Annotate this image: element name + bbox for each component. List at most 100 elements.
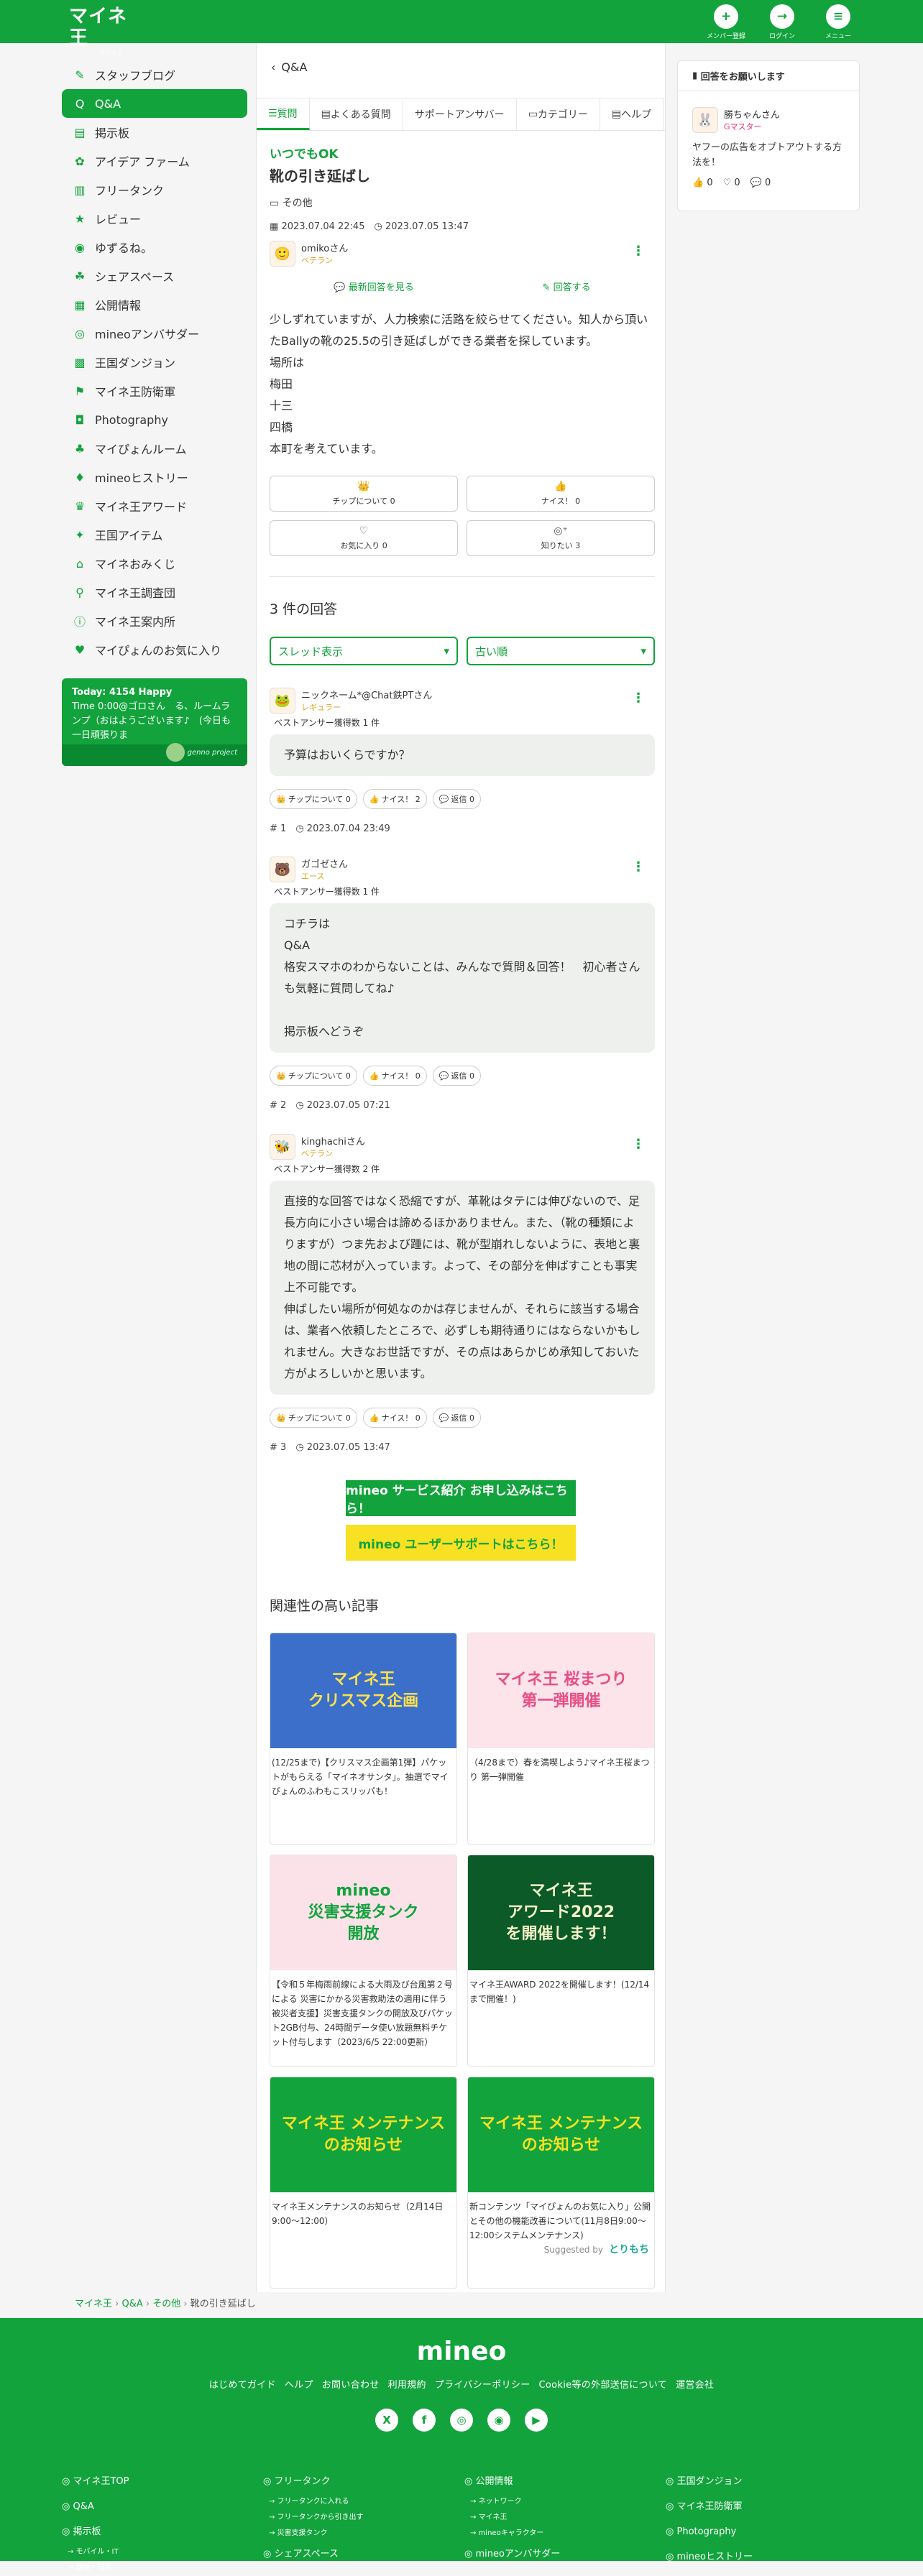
footer-column-link[interactable]: → モバイル・IT: [62, 2544, 263, 2560]
author-name[interactable]: ガゴゼさん: [301, 857, 348, 870]
avatar[interactable]: 🐻: [270, 857, 295, 882]
tip-button[interactable]: 👑 チップについて 0: [270, 789, 357, 809]
sidebar-item[interactable]: ▤ 掲示板: [62, 118, 247, 147]
related-caption[interactable]: （4/28まで）春を満喫しよう♪マイネ王桜まつり 第一弾開催: [468, 1748, 654, 1791]
tip-button[interactable]: 👑 チップについて 0: [270, 1066, 357, 1086]
reply-button[interactable]: 💬 返信 0: [432, 1408, 481, 1428]
sidebar-item[interactable]: ✎ スタッフブログ: [62, 60, 247, 89]
footer-link[interactable]: 運営会社: [676, 2380, 714, 2391]
sidebar-item[interactable]: ✦ 王国アイテム: [62, 520, 247, 549]
footer-column-link[interactable]: → 雑談・日常: [62, 2560, 263, 2576]
tab-0[interactable]: ☰ 質問: [257, 98, 310, 130]
more-menu-icon[interactable]: ⋮: [632, 859, 645, 874]
footer-link[interactable]: はじめてガイド: [209, 2380, 276, 2391]
sidebar-item[interactable]: ▥ フリータンク: [62, 175, 247, 204]
member-register-button[interactable]: + メンバー登録: [706, 4, 746, 40]
sidebar-item[interactable]: Q Q&A: [62, 89, 247, 118]
sidebar-item[interactable]: ◘ Photography: [62, 405, 247, 434]
footer-column-link[interactable]: → フリータンクから引き出す: [263, 2510, 464, 2526]
order-select[interactable]: 古い順 ▾: [467, 637, 655, 665]
reaction-button[interactable]: 👑 チップについて 0: [270, 476, 458, 512]
related-caption[interactable]: 【令和５年梅雨前線による大雨及び台風第２号による 災害にかかる災害救助法の適用に…: [270, 1970, 456, 2056]
avatar[interactable]: 🙂: [270, 241, 295, 267]
footer-column-link[interactable]: ◎ 王国ダンジョン: [666, 2469, 867, 2494]
instagram-icon[interactable]: ◎: [450, 2409, 473, 2432]
happy-widget[interactable]: Today: 4154 Happy Time 0:00@ゴロさん る、ルームラン…: [62, 678, 247, 766]
sidebar-item[interactable]: ▦ 公開情報: [62, 290, 247, 319]
avatar[interactable]: 🐝: [270, 1134, 295, 1160]
footer-column-link[interactable]: ◎ Q&A: [62, 2494, 263, 2519]
footer-column-link[interactable]: → mineoキャラクター: [464, 2526, 666, 2542]
related-caption[interactable]: (12/25まで)【クリスマス企画第1弾】パケットがもらえる「マイネオサンタ」。…: [270, 1748, 456, 1806]
thread-select[interactable]: スレッド表示 ▾: [270, 637, 458, 665]
question-tag[interactable]: いつでもOK: [270, 144, 655, 162]
footer-column-link[interactable]: ◎ Photography: [666, 2519, 867, 2544]
support-banner[interactable]: mineo ユーザーサポートはこちら！: [346, 1525, 576, 1561]
footer-column-link[interactable]: → 災害支援タンク: [263, 2526, 464, 2542]
related-thumbnail[interactable]: マイネ王 メンテナンス のお知らせ: [468, 2077, 654, 2192]
answer-author[interactable]: 🐸 ニックネーム*@Chat鉄PTさん レギュラー ⋮: [270, 688, 655, 714]
author-name[interactable]: omikoさん: [301, 241, 348, 254]
answer-author[interactable]: 🐝 kinghachiさん ベテラン ⋮: [270, 1134, 655, 1160]
sidebar-item[interactable]: ◎ mineoアンバサダー: [62, 319, 247, 348]
sidebar-item[interactable]: ✿ アイデア ファーム: [62, 147, 247, 175]
suggested-by[interactable]: Suggested by とりもち: [544, 2242, 649, 2256]
nice-button[interactable]: 👍 ナイス！ 0: [362, 1066, 427, 1086]
footer-link[interactable]: Cookie等の外部送信について: [539, 2380, 668, 2391]
more-menu-icon[interactable]: ⋮: [632, 244, 645, 259]
latest-answer-link[interactable]: 💬 最新回答を見る: [334, 280, 413, 293]
site-logo[interactable]: マイネ王 マイネ王: [69, 6, 134, 56]
related-card[interactable]: mineo 災害支援タンク 開放 【令和５年梅雨前線による大雨及び台風第２号による…: [270, 1855, 457, 2067]
footer-column-link[interactable]: → ネットワーク: [464, 2494, 666, 2510]
related-thumbnail[interactable]: マイネ王 クリスマス企画: [270, 1633, 456, 1748]
breadcrumb-item[interactable]: マイネ王: [75, 2299, 112, 2309]
request-user-name[interactable]: 勝ちゃんさん: [724, 107, 780, 121]
reply-button[interactable]: 💬 返信 0: [432, 789, 481, 809]
footer-column-link[interactable]: ◎ フリータンク: [263, 2469, 464, 2494]
related-caption[interactable]: マイネ王メンテナンスのお知らせ（2月14日9:00〜12:00）: [270, 2192, 456, 2235]
nice-button[interactable]: 👍 ナイス！ 2: [362, 789, 427, 809]
footer-column-link[interactable]: ◎ mineoヒストリー: [666, 2544, 867, 2570]
tab-2[interactable]: サポートアンサバー: [403, 98, 517, 130]
related-card[interactable]: マイネ王 桜まつり 第一弾開催 （4/28まで）春を満喫しよう♪マイネ王桜まつり …: [467, 1633, 655, 1845]
related-card[interactable]: マイネ王 アワード2022 を開催します！ マイネ王AWARD 2022を開催しま…: [467, 1855, 655, 2067]
question-category[interactable]: ▭ その他: [270, 195, 655, 210]
youtube-icon[interactable]: ▶: [525, 2409, 548, 2432]
sidebar-item[interactable]: ♣ マイぴょんルーム: [62, 434, 247, 463]
request-question[interactable]: ヤフーの広告をオプトアウトする方法を！: [692, 140, 845, 170]
tab-3[interactable]: ▭ カテゴリー: [517, 98, 600, 130]
more-menu-icon[interactable]: ⋮: [632, 1137, 645, 1152]
footer-link[interactable]: 利用規約: [388, 2380, 426, 2391]
sidebar-item[interactable]: ♥ マイぴょんのお気に入り: [62, 635, 247, 664]
related-card[interactable]: マイネ王 メンテナンス のお知らせ 新コンテンツ「マイぴょんのお気に入り」公開とそ…: [467, 2077, 655, 2289]
related-caption[interactable]: マイネ王AWARD 2022を開催します！(12/14まで開催！): [468, 1970, 654, 2013]
reaction-button[interactable]: ◎⁺ 知りたい 3: [467, 520, 655, 556]
reaction-button[interactable]: ♡ お気に入り 0: [270, 520, 458, 556]
footer-column-link[interactable]: ◎ 掲示板: [62, 2519, 263, 2544]
sidebar-item[interactable]: ⚲ マイネ王調査団: [62, 578, 247, 606]
related-caption[interactable]: 新コンテンツ「マイぴょんのお気に入り」公開とその他の機能改善について(11月8日…: [468, 2192, 654, 2250]
answer-link[interactable]: ✎ 回答する: [543, 280, 591, 293]
sidebar-item[interactable]: ⓘ マイネ王案内所: [62, 606, 247, 635]
login-button[interactable]: → ログイン: [762, 4, 802, 40]
more-menu-icon[interactable]: ⋮: [632, 691, 645, 706]
author-name[interactable]: kinghachiさん: [301, 1134, 365, 1148]
reply-button[interactable]: 💬 返信 0: [432, 1066, 481, 1086]
facebook-icon[interactable]: f: [413, 2409, 436, 2432]
footer-column-link[interactable]: → マイネ王: [464, 2510, 666, 2526]
sidebar-item[interactable]: ⌂ マイネおみくじ: [62, 549, 247, 578]
footer-column-link[interactable]: ◎ mineoアンバサダー: [464, 2542, 666, 2567]
answer-author[interactable]: 🐻 ガゴゼさん エース ⋮: [270, 857, 655, 882]
avatar[interactable]: 🐰: [692, 107, 718, 133]
sidebar-item[interactable]: ◉ ゆずるね。: [62, 233, 247, 262]
footer-link[interactable]: ヘルプ: [285, 2380, 313, 2391]
footer-logo[interactable]: mineo: [0, 2337, 923, 2366]
related-thumbnail[interactable]: mineo 災害支援タンク 開放: [270, 1855, 456, 1970]
related-thumbnail[interactable]: マイネ王 メンテナンス のお知らせ: [270, 2077, 456, 2192]
footer-column-link[interactable]: ◎ マイネ王防衛軍: [666, 2494, 867, 2519]
back-link[interactable]: ‹ Q&A: [271, 60, 307, 74]
breadcrumb-item[interactable]: その他: [152, 2299, 180, 2309]
footer-column-link[interactable]: ◎ 公開情報: [464, 2469, 666, 2494]
avatar[interactable]: 🐸: [270, 688, 295, 714]
related-thumbnail[interactable]: マイネ王 桜まつり 第一弾開催: [468, 1633, 654, 1748]
